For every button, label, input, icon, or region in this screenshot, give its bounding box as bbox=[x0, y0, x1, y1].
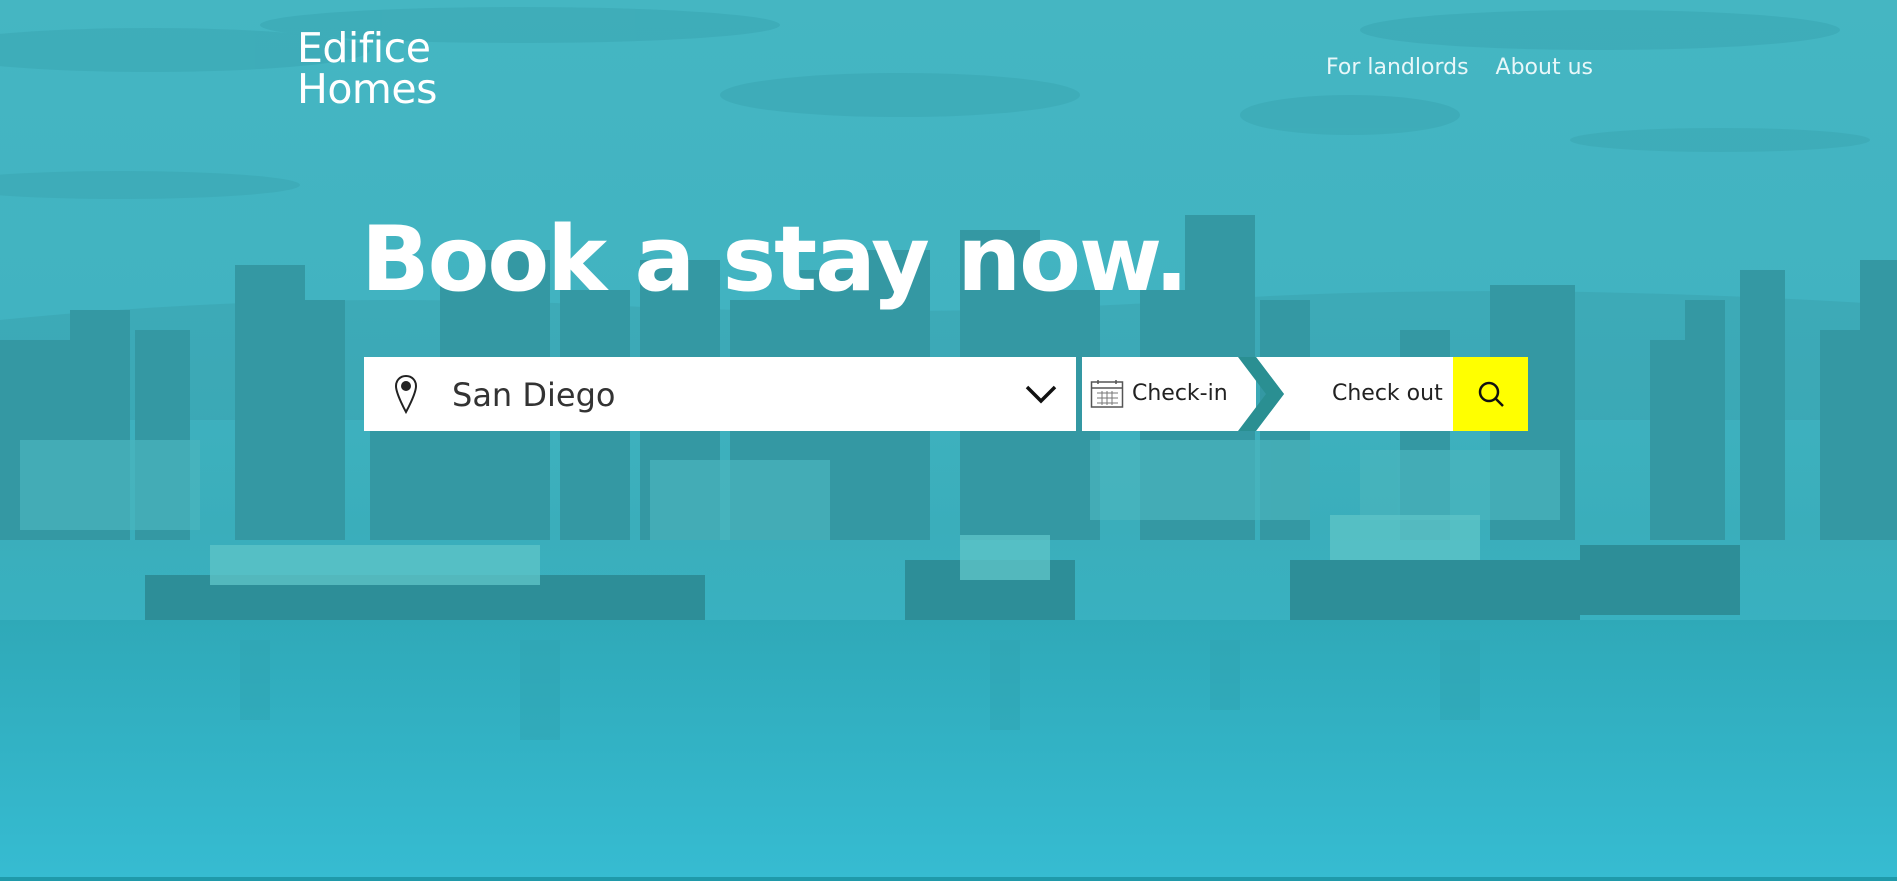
city-skyline-image bbox=[0, 0, 1897, 881]
date-arrow-separator bbox=[1238, 357, 1284, 431]
checkin-field[interactable]: Check-in bbox=[1082, 357, 1256, 431]
location-value: San Diego bbox=[452, 376, 616, 414]
checkin-label: Check-in bbox=[1132, 381, 1228, 406]
hero-headline: Book a stay now. bbox=[361, 207, 1189, 312]
calendar-icon bbox=[1090, 380, 1124, 408]
chevron-down-icon[interactable] bbox=[1024, 380, 1058, 408]
nav-link-for-landlords[interactable]: For landlords bbox=[1326, 55, 1469, 80]
booking-search-bar: San Diego Check-in Check out bbox=[364, 357, 1528, 431]
checkout-label: Check out bbox=[1332, 381, 1443, 406]
location-select[interactable]: San Diego bbox=[364, 357, 1076, 431]
search-button[interactable] bbox=[1453, 357, 1528, 431]
page-bottom-border bbox=[0, 877, 1897, 881]
brand-logo-line2: Homes bbox=[297, 65, 437, 113]
top-nav: For landlords About us bbox=[1326, 55, 1593, 80]
search-icon bbox=[1478, 381, 1504, 407]
map-pin-icon bbox=[394, 374, 418, 414]
hero-background: Edifice Homes For landlords About us Boo… bbox=[0, 0, 1897, 881]
nav-link-about-us[interactable]: About us bbox=[1496, 55, 1593, 80]
brand-logo-line1: Edifice bbox=[297, 24, 431, 72]
date-range-picker: Check-in Check out bbox=[1082, 357, 1811, 431]
brand-logo[interactable]: Edifice Homes bbox=[297, 28, 437, 110]
